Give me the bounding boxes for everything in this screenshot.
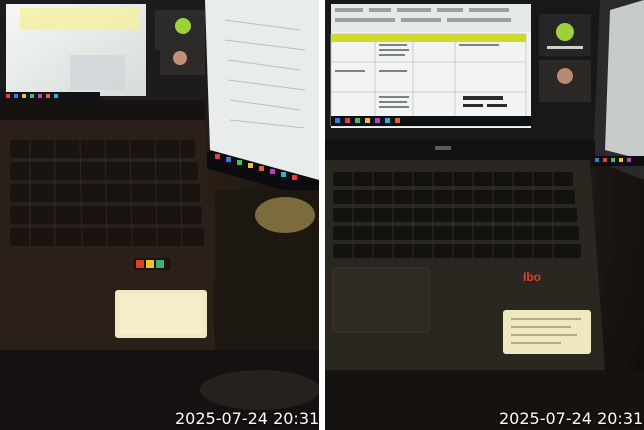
timestamp-right: 2025-07-24 20:31:5 <box>499 409 644 428</box>
photo-left-scene <box>0 0 319 430</box>
avatar <box>173 51 187 65</box>
laptop-brand-label: Ibo <box>523 270 541 284</box>
timestamp-left: 2025-07-24 20:31:46 <box>175 409 319 428</box>
touchpad-right <box>332 267 430 333</box>
table-header <box>331 34 526 42</box>
avatar <box>556 23 574 41</box>
photo-right-scene <box>325 0 644 430</box>
touchpad-sticker-right <box>503 310 591 354</box>
avatar <box>175 18 191 34</box>
avatar <box>557 68 573 84</box>
laptop-brand-logo <box>134 258 170 270</box>
photo-right: Ibo 2025-07-24 20:31:5 <box>325 0 644 430</box>
keyboard-right <box>333 172 581 258</box>
photo-left: 2025-07-24 20:31:46 <box>0 0 319 430</box>
